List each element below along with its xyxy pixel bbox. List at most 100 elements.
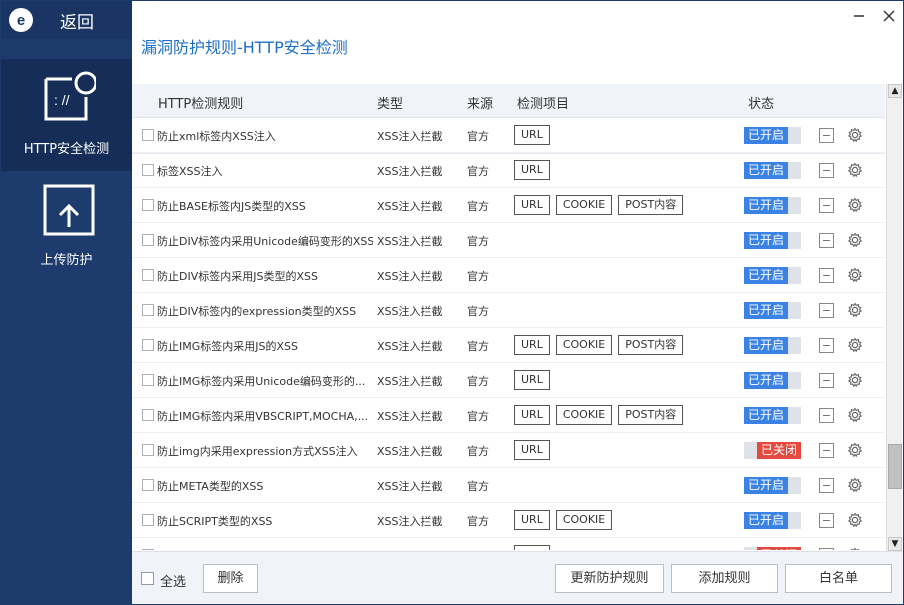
table-row[interactable]: 防止DIV标签内的expression类型的XSS XSS注入拦截 官方 已开启 [132,293,885,328]
remove-rule-icon[interactable] [819,443,834,458]
page-title: 漏洞防护规则-HTTP安全检测 [141,38,348,57]
row-checkbox[interactable] [142,339,154,351]
gear-icon[interactable] [847,197,863,213]
gear-icon[interactable] [847,302,863,318]
status-toggle[interactable]: 已开启 [744,197,801,214]
gear-icon[interactable] [847,337,863,353]
remove-rule-icon[interactable] [819,268,834,283]
status-toggle[interactable]: 已开启 [744,477,801,494]
gear-icon[interactable] [847,232,863,248]
status-toggle[interactable]: 已开启 [744,232,801,249]
select-all-label[interactable]: 全选 [160,571,186,590]
remove-rule-icon[interactable] [819,408,834,423]
row-checkbox[interactable] [142,374,154,386]
remove-rule-icon[interactable] [819,338,834,353]
status-toggle[interactable]: 已开启 [744,372,801,389]
header-status: 状态 [748,97,775,112]
rule-source: 官方 [467,235,489,248]
table-row[interactable]: 标签XSS注入 XSS注入拦截 官方 URL 已开启 [132,153,885,188]
gear-icon[interactable] [847,512,863,528]
status-label: 已开启 [744,267,788,284]
gear-icon[interactable] [847,372,863,388]
check-items: URL [514,125,550,145]
row-checkbox[interactable] [142,514,154,526]
remove-rule-icon[interactable] [819,513,834,528]
rule-type: XSS注入拦截 [377,130,443,143]
remove-rule-icon[interactable] [819,128,834,143]
check-item-tag: URL [514,545,550,550]
table-row[interactable]: 防止BASE标签内JS类型的XSS XSS注入拦截 官方 URL COOKIE POST内… [132,188,885,223]
row-checkbox[interactable] [142,199,154,211]
remove-rule-icon[interactable] [819,303,834,318]
window-controls [853,10,895,22]
table-row[interactable]: 防止IMG标签内采用JS的XSS XSS注入拦截 官方 URL COOKIE POST内容… [132,328,885,363]
close-icon[interactable] [883,10,895,22]
row-checkbox[interactable] [142,444,154,456]
gear-icon[interactable] [847,477,863,493]
row-checkbox[interactable] [142,269,154,281]
sidebar-item-upload[interactable]: 上传防护 [1,171,132,283]
status-toggle[interactable]: 已开启 [744,267,801,284]
table-row[interactable]: 防止IMG标签内采用VBSCRIPT,MOCHA,... XSS注入拦截 官方 URL… [132,398,885,433]
gear-icon[interactable] [847,127,863,143]
table-row[interactable]: 防止IMG标签内采用Unicode编码变形的... XSS注入拦截 官方 URL 已开启 [132,363,885,398]
rule-type: XSS注入拦截 [377,165,443,178]
table-row[interactable]: 防止DIV标签内采用Unicode编码变形的XSS XSS注入拦截 官方 已开启 [132,223,885,258]
remove-rule-icon[interactable] [819,478,834,493]
row-checkbox[interactable] [142,304,154,316]
table-row[interactable]: 防止img内采用expression方式XSS注入 XSS注入拦截 官方 URL 已关闭 [132,433,885,468]
scroll-up-icon[interactable]: ▲ [888,84,902,98]
remove-rule-icon[interactable] [819,548,834,550]
table-row[interactable]: 防止DIV标签内采用JS类型的XSS XSS注入拦截 官方 已开启 [132,258,885,293]
status-toggle[interactable]: 已开启 [744,127,801,144]
row-checkbox[interactable] [142,234,154,246]
sidebar-item-label: HTTP安全检测 [23,142,110,157]
check-item-tag: URL [514,160,550,180]
status-toggle[interactable]: 已关闭 [744,547,801,550]
remove-rule-icon[interactable] [819,163,834,178]
status-toggle[interactable]: 已开启 [744,337,801,354]
select-all-checkbox[interactable] [141,572,154,585]
row-checkbox[interactable] [142,129,154,141]
check-item-tag: POST内容 [618,335,684,355]
status-toggle[interactable]: 已开启 [744,162,801,179]
rule-source: 官方 [467,305,489,318]
minimize-icon[interactable] [853,10,865,22]
add-rule-button[interactable]: 添加规则 [671,564,778,593]
back-button[interactable]: 返回 [60,8,94,33]
table-row[interactable]: 防止SCRIPT类型的XSS XSS注入拦截 官方 URL COOKIE 已开启 [132,503,885,538]
status-label: 已开启 [744,127,788,144]
remove-rule-icon[interactable] [819,233,834,248]
gear-icon[interactable] [847,547,863,550]
row-checkbox[interactable] [142,164,154,176]
scroll-down-icon[interactable]: ▼ [888,537,902,551]
status-toggle[interactable]: 已关闭 [744,442,801,459]
back-bar[interactable]: e 返回 [1,1,132,39]
status-toggle[interactable]: 已开启 [744,512,801,529]
table-row[interactable]: 防止image方式XSS注入 XSS注入拦截 官方 URL 已关闭 [132,538,885,550]
scroll-thumb[interactable] [888,444,902,489]
rule-source: 官方 [467,375,489,388]
row-checkbox[interactable] [142,409,154,421]
update-rules-button[interactable]: 更新防护规则 [555,564,664,593]
scrollbar[interactable]: ▲ ▼ [886,84,902,551]
remove-rule-icon[interactable] [819,198,834,213]
row-checkbox[interactable] [142,549,154,550]
rule-type: XSS注入拦截 [377,548,443,550]
rule-name: 防止xml标签内XSS注入 [157,130,276,143]
gear-icon[interactable] [847,442,863,458]
table-row[interactable]: 防止META类型的XSS XSS注入拦截 官方 已开启 [132,468,885,503]
whitelist-button[interactable]: 白名单 [785,564,892,593]
check-item-tag: URL [514,440,550,460]
delete-button[interactable]: 删除 [203,564,258,593]
gear-icon[interactable] [847,267,863,283]
gear-icon[interactable] [847,162,863,178]
status-toggle[interactable]: 已开启 [744,302,801,319]
table-row[interactable]: 防止xml标签内XSS注入 XSS注入拦截 官方 URL 已开启 [132,118,885,153]
sidebar-item-http-security[interactable]: : // HTTP安全检测 [1,59,132,171]
rule-source: 官方 [467,515,489,528]
row-checkbox[interactable] [142,479,154,491]
gear-icon[interactable] [847,407,863,423]
status-toggle[interactable]: 已开启 [744,407,801,424]
remove-rule-icon[interactable] [819,373,834,388]
